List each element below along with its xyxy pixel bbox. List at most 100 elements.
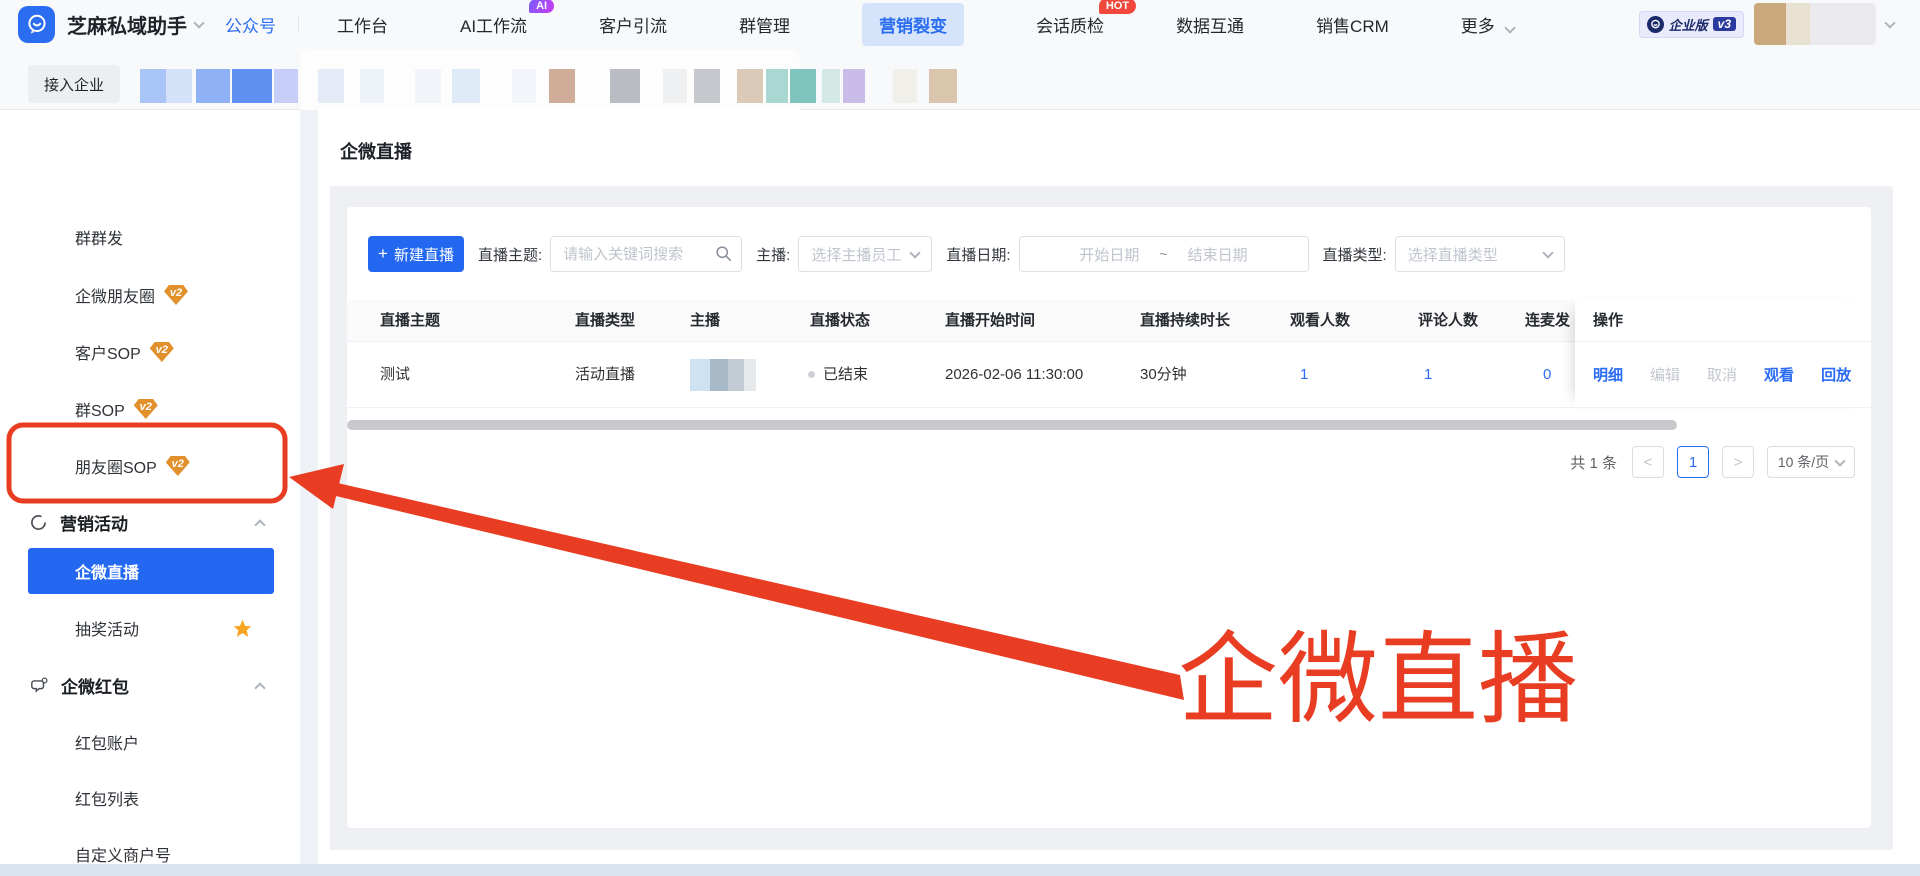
nav-session-qc[interactable]: 会话质检 HOT (1036, 0, 1137, 37)
cell-start-time: 2026-02-06 11:30:00 (945, 366, 1084, 383)
sidebar-item-lottery-activity[interactable]: 抽奖活动 (0, 608, 300, 648)
page-1-button[interactable]: 1 (1677, 446, 1709, 478)
anchor-select-placeholder: 选择主播员工 (811, 246, 902, 264)
blurred-company-tab[interactable] (452, 69, 480, 103)
app-logo-icon[interactable] (18, 5, 55, 43)
sidebar-item-red-packet-account[interactable]: 红包账户 (0, 722, 300, 762)
col-header-comments: 评论人数 (1418, 312, 1479, 329)
cell-mic-link[interactable]: 0 (1543, 342, 1551, 408)
blurred-company-tab[interactable] (512, 69, 536, 103)
blurred-company-tab[interactable] (549, 69, 575, 103)
sidebar-section-marketing-activities[interactable]: 营销活动 (0, 502, 300, 542)
page-size-select[interactable]: 10 条/页 (1767, 446, 1855, 478)
sidebar-item-label: 企微直播 (75, 565, 140, 582)
anchor-select[interactable]: 选择主播员工 (798, 236, 933, 272)
blurred-company-tab[interactable] (196, 69, 230, 103)
chat-bubbles-icon (31, 677, 48, 693)
col-header-status: 直播状态 (810, 312, 871, 329)
total-count: 共 1 条 (1570, 454, 1617, 472)
sidebar-section-label: 营销活动 (60, 514, 128, 534)
v2-badge-icon: v2 (165, 456, 190, 476)
nav-marketing-fission[interactable]: 营销裂变 (862, 2, 965, 46)
avatar[interactable] (1754, 3, 1876, 45)
chevron-down-icon[interactable] (193, 16, 205, 29)
v2-badge-icon: v2 (149, 342, 174, 362)
sidebar-item-red-packet-list[interactable]: 红包列表 (0, 778, 300, 818)
nav-data-interchange[interactable]: 数据互通 (1176, 12, 1244, 37)
blurred-company-tab[interactable] (318, 69, 344, 103)
divider (298, 15, 299, 33)
brand-name[interactable]: 芝麻私域助手 (67, 10, 187, 39)
sidebar-section-wecom-red-packet[interactable]: 企微红包 (0, 665, 300, 705)
chevron-down-icon (1542, 246, 1554, 259)
blurred-company-tab[interactable] (610, 69, 640, 103)
blurred-company-tab[interactable] (694, 69, 720, 103)
nav-customer-acquisition[interactable]: 客户引流 (599, 12, 667, 37)
create-live-label: 新建直播 (393, 246, 454, 264)
filter-toolbar: + 新建直播 直播主题: 主播: 选择主播员工 直播日期: 开始日期 ~ 结束日期… (368, 236, 1565, 272)
nav-more[interactable]: 更多 (1461, 12, 1516, 37)
ai-badge: AI (529, 0, 555, 13)
sidebar-scroll-strip[interactable] (300, 110, 318, 864)
blurred-company-tab[interactable] (737, 69, 763, 103)
action-detail[interactable]: 明细 (1593, 364, 1623, 385)
blurred-company-tab[interactable] (232, 69, 272, 103)
blurred-company-tab[interactable] (893, 69, 917, 103)
cell-viewers-link[interactable]: 1 (1300, 342, 1308, 408)
top-navbar: 芝麻私域助手 公众号 工作台 AI工作流 AI 客户引流 群管理 营销裂变 会话质… (0, 0, 1920, 48)
sidebar-item-customer-sop[interactable]: 客户SOP v2 (0, 332, 300, 372)
blurred-company-tab[interactable] (766, 69, 788, 103)
nav-ai-workflow[interactable]: AI工作流 AI (460, 0, 555, 37)
sidebar-item-wecom-live[interactable]: 企微直播 (28, 548, 274, 594)
chevron-up-icon (254, 681, 266, 694)
channel-link[interactable]: 公众号 (225, 12, 276, 37)
blurred-company-tab[interactable] (663, 69, 687, 103)
topic-search-wrap (550, 236, 743, 272)
col-header-viewers: 观看人数 (1290, 312, 1351, 329)
blurred-company-tab[interactable] (274, 69, 298, 103)
col-header-topic: 直播主题 (380, 312, 441, 329)
create-live-button[interactable]: + 新建直播 (368, 236, 464, 272)
nav-ai-workflow-label: AI工作流 (460, 16, 528, 36)
edition-label: 企业版 (1668, 17, 1708, 33)
blurred-company-tab[interactable] (822, 69, 840, 103)
account-area: 企业版 v3 (1638, 3, 1896, 45)
version-badge: v3 (1712, 17, 1736, 31)
page-horizontal-scrollbar[interactable] (0, 864, 1920, 876)
blurred-company-tab[interactable] (140, 69, 166, 103)
col-header-start-time: 直播开始时间 (945, 312, 1036, 329)
action-watch[interactable]: 观看 (1764, 364, 1794, 385)
row-actions: 明细 编辑 取消 观看 回放 (1575, 342, 1871, 407)
nav-group-management[interactable]: 群管理 (739, 12, 790, 37)
cell-anchor-blurred (690, 342, 756, 408)
blurred-company-tab[interactable] (360, 69, 384, 103)
live-type-select[interactable]: 选择直播类型 (1394, 236, 1565, 272)
blurred-company-tab[interactable] (843, 69, 865, 103)
anchor-filter-label: 主播: (756, 246, 791, 264)
sidebar-item-wecom-moments[interactable]: 企微朋友圈 v2 (0, 275, 300, 315)
sidebar-item-moments-sop[interactable]: 朋友圈SOP v2 (0, 446, 300, 486)
sidebar-item-label: 红包账户 (75, 736, 140, 753)
action-replay[interactable]: 回放 (1821, 364, 1851, 385)
topic-filter-label: 直播主题: (478, 246, 543, 264)
topic-search-input[interactable] (550, 236, 743, 272)
nav-sales-crm[interactable]: 销售CRM (1316, 12, 1389, 37)
connect-company-button[interactable]: 接入企业 (28, 65, 120, 103)
sidebar-item-group-sop[interactable]: 群SOP v2 (0, 389, 300, 429)
anchor-blur-block (728, 359, 744, 391)
cell-live-type: 活动直播 (575, 366, 636, 383)
search-icon[interactable] (715, 245, 732, 262)
chevron-down-icon[interactable] (1884, 16, 1896, 29)
cell-status: 已结束 (808, 342, 868, 408)
sidebar-item-group-mass-send[interactable]: 群群发 (0, 217, 300, 257)
blurred-company-tab[interactable] (790, 69, 816, 103)
blurred-company-tab[interactable] (929, 69, 957, 103)
cell-comments-link[interactable]: 1 (1424, 342, 1432, 408)
blurred-company-tab[interactable] (415, 69, 441, 103)
date-range-picker[interactable]: 开始日期 ~ 结束日期 (1018, 236, 1309, 272)
horizontal-scrollbar[interactable] (347, 420, 1677, 430)
blurred-company-tab[interactable] (166, 69, 192, 103)
col-header-anchor: 主播 (690, 312, 721, 329)
nav-workbench[interactable]: 工作台 (337, 12, 388, 37)
col-header-mic: 连麦发 (1525, 312, 1571, 329)
